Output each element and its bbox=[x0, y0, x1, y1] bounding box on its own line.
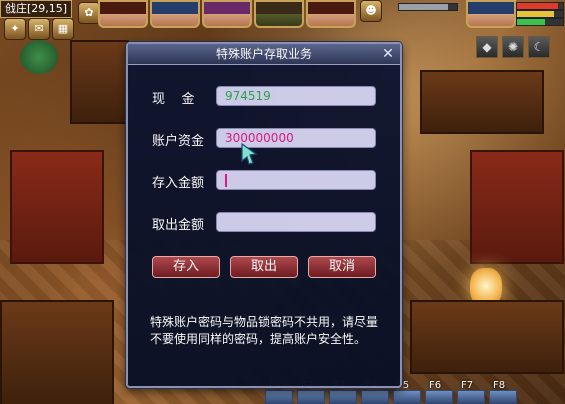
fkey-slot-6[interactable] bbox=[425, 390, 453, 404]
party-avatar-2[interactable] bbox=[150, 0, 200, 28]
moon-icon[interactable]: ☾ bbox=[528, 36, 550, 58]
withdraw-amount-label: 取出金额 bbox=[152, 218, 205, 233]
gear-icon[interactable]: ✺ bbox=[502, 36, 524, 58]
party-avatar-1[interactable] bbox=[98, 0, 148, 28]
fkey-slot-3[interactable] bbox=[329, 390, 357, 404]
left-shelf bbox=[70, 40, 129, 124]
deposit-amount-label: 存入金额 bbox=[152, 176, 205, 191]
deposit-button[interactable]: 存入 bbox=[152, 256, 220, 278]
player-avatar[interactable] bbox=[466, 0, 516, 28]
bottom-left-furniture bbox=[0, 300, 114, 404]
player-mp-bar bbox=[516, 10, 564, 18]
withdraw-amount-input[interactable] bbox=[216, 212, 376, 232]
fkey-slot-2[interactable] bbox=[297, 390, 325, 404]
player-exp-bar bbox=[516, 18, 564, 26]
pet-hp-bar bbox=[398, 3, 458, 11]
text-caret bbox=[225, 174, 227, 187]
party-avatar-5[interactable] bbox=[306, 0, 356, 28]
account-balance-label: 账户资金 bbox=[152, 134, 205, 149]
fkey-slot-1[interactable] bbox=[265, 390, 293, 404]
player-hp-bar bbox=[516, 2, 564, 10]
fkey-slot-7[interactable] bbox=[457, 390, 485, 404]
security-notice: 特殊账户密码与物品锁密码不共用，请尽量不要使用同样的密码，提高账户安全性。 bbox=[150, 315, 379, 346]
potted-plant bbox=[20, 40, 58, 74]
scroll-icon[interactable]: ✉ bbox=[28, 18, 50, 40]
cash-field: 974519 bbox=[216, 86, 376, 106]
location-coordinates: 戗庄[29,15] bbox=[0, 0, 73, 18]
cancel-button[interactable]: 取消 bbox=[308, 256, 376, 278]
left-cabinet bbox=[10, 150, 104, 264]
fkey-slot-4[interactable] bbox=[361, 390, 389, 404]
mouse-cursor-icon bbox=[241, 142, 258, 165]
right-cabinet bbox=[470, 150, 564, 264]
fkey-slot-8[interactable] bbox=[489, 390, 517, 404]
close-icon[interactable]: ✕ bbox=[380, 46, 396, 62]
withdraw-button[interactable]: 取出 bbox=[230, 256, 298, 278]
cash-label: 现 金 bbox=[152, 92, 195, 107]
flower-icon[interactable]: ✿ bbox=[78, 2, 100, 24]
counter bbox=[410, 300, 564, 374]
dialog-title: 特殊账户存取业务 bbox=[128, 44, 400, 65]
special-account-dialog: 特殊账户存取业务 ✕ 现 金 974519 账户资金 300000000 存入金… bbox=[126, 42, 402, 388]
party-avatar-3[interactable] bbox=[202, 0, 252, 28]
right-shelf bbox=[420, 70, 544, 134]
calendar-icon[interactable]: ▦ bbox=[52, 18, 74, 40]
lock-icon[interactable]: ◆ bbox=[476, 36, 498, 58]
fkey-slot-5[interactable] bbox=[393, 390, 421, 404]
pet-icon[interactable]: ☻ bbox=[360, 0, 382, 22]
deposit-amount-input[interactable] bbox=[216, 170, 376, 190]
compass-icon[interactable]: ✦ bbox=[4, 18, 26, 40]
game-scene: 戗庄[29,15] ✦ ✉ ▦ ✿ ☻ ◆ ✺ ☾ F1 F2 F3 F4 F5… bbox=[0, 0, 565, 404]
party-avatar-4[interactable] bbox=[254, 0, 304, 28]
